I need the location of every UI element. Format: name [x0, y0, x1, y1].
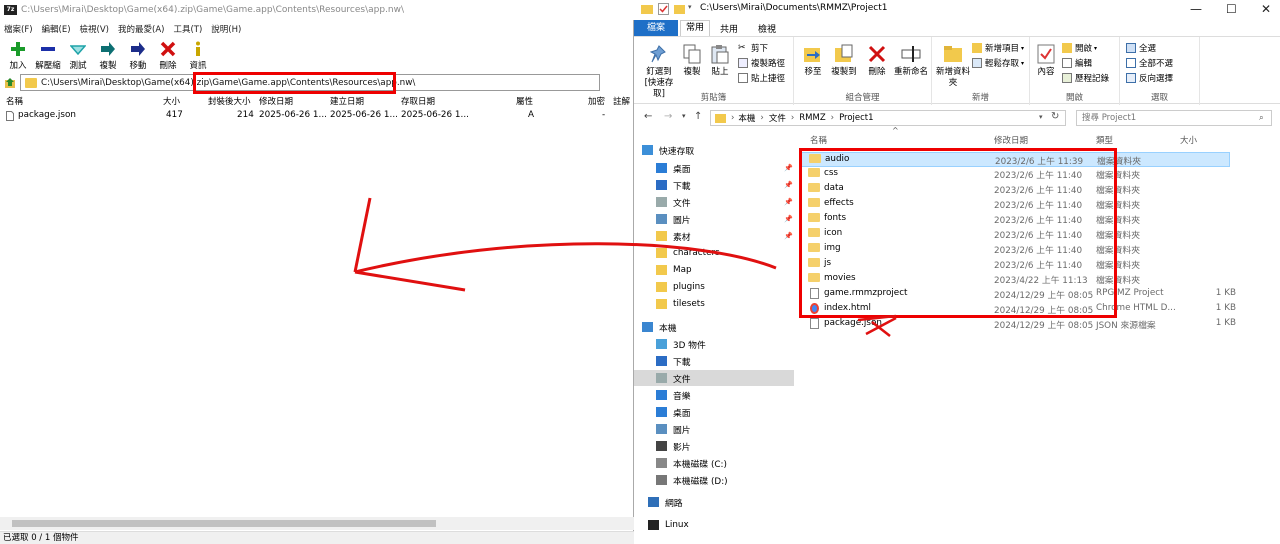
annotation-cross-mark: [857, 314, 897, 337]
annotation-arrow-layer: [353, 197, 897, 337]
annotation-arrow-head-upper: [353, 197, 372, 273]
annotation-arrow-curve: [354, 242, 777, 274]
annotation-arrow-head-lower: [354, 270, 466, 292]
